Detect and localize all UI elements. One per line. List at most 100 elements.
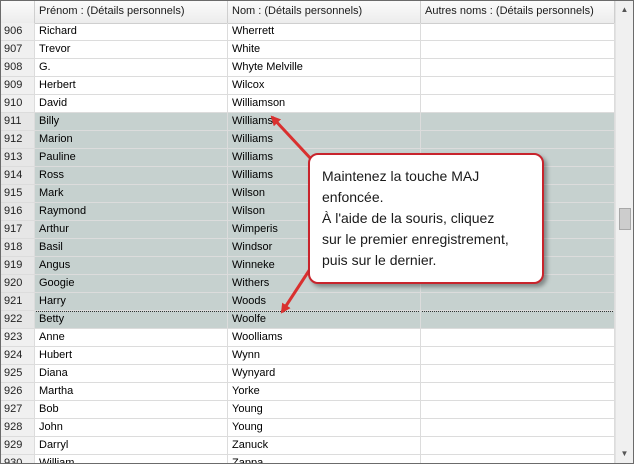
table-row[interactable]: 926 Martha Yorke <box>1 383 615 401</box>
first-name-cell[interactable]: Martha <box>35 383 228 401</box>
table-row[interactable]: 911 Billy Williams <box>1 113 615 131</box>
first-name-cell[interactable]: Richard <box>35 23 228 41</box>
row-number[interactable]: 918 <box>1 239 35 257</box>
last-name-cell[interactable]: Woolfe <box>228 311 421 329</box>
first-name-cell[interactable]: David <box>35 95 228 113</box>
table-row[interactable]: 928 John Young <box>1 419 615 437</box>
first-name-cell[interactable]: Trevor <box>35 41 228 59</box>
last-name-cell[interactable]: Zappa <box>228 455 421 463</box>
other-names-cell[interactable] <box>421 347 615 365</box>
row-number[interactable]: 921 <box>1 293 35 311</box>
table-row[interactable]: 930 William Zappa <box>1 455 615 463</box>
table-row[interactable]: 921 Harry Woods <box>1 293 615 311</box>
row-number[interactable]: 913 <box>1 149 35 167</box>
row-number[interactable]: 922 <box>1 311 35 329</box>
table-row[interactable]: 908 G. Whyte Melville <box>1 59 615 77</box>
other-names-cell[interactable] <box>421 41 615 59</box>
row-number[interactable]: 909 <box>1 77 35 95</box>
other-names-cell[interactable] <box>421 77 615 95</box>
row-number-header[interactable] <box>1 1 35 23</box>
row-number[interactable]: 928 <box>1 419 35 437</box>
table-row[interactable]: 929 Darryl Zanuck <box>1 437 615 455</box>
scroll-thumb[interactable] <box>619 208 631 230</box>
first-name-cell[interactable]: Anne <box>35 329 228 347</box>
first-name-cell[interactable]: Marion <box>35 131 228 149</box>
other-names-cell[interactable] <box>421 329 615 347</box>
other-names-cell[interactable] <box>421 131 615 149</box>
table-row[interactable]: 906 Richard Wherrett <box>1 23 615 41</box>
row-number[interactable]: 915 <box>1 185 35 203</box>
row-number[interactable]: 926 <box>1 383 35 401</box>
last-name-cell[interactable]: Williams <box>228 113 421 131</box>
first-name-cell[interactable]: Bob <box>35 401 228 419</box>
first-name-cell[interactable]: Herbert <box>35 77 228 95</box>
last-name-cell[interactable]: Woolliams <box>228 329 421 347</box>
row-number[interactable]: 925 <box>1 365 35 383</box>
row-number[interactable]: 929 <box>1 437 35 455</box>
row-number[interactable]: 906 <box>1 23 35 41</box>
other-names-cell[interactable] <box>421 365 615 383</box>
table-row[interactable]: 912 Marion Williams <box>1 131 615 149</box>
table-row[interactable]: 910 David Williamson <box>1 95 615 113</box>
first-name-cell[interactable]: Basil <box>35 239 228 257</box>
column-header-other-names[interactable]: Autres noms : (Détails personnels) <box>421 1 615 23</box>
last-name-cell[interactable]: Young <box>228 401 421 419</box>
first-name-cell[interactable]: Diana <box>35 365 228 383</box>
other-names-cell[interactable] <box>421 437 615 455</box>
last-name-cell[interactable]: White <box>228 41 421 59</box>
first-name-cell[interactable]: Betty <box>35 311 228 329</box>
first-name-cell[interactable]: Googie <box>35 275 228 293</box>
first-name-cell[interactable]: Arthur <box>35 221 228 239</box>
row-number[interactable]: 912 <box>1 131 35 149</box>
row-number[interactable]: 919 <box>1 257 35 275</box>
last-name-cell[interactable]: Wynn <box>228 347 421 365</box>
column-header-first-name[interactable]: Prénom : (Détails personnels) <box>35 1 228 23</box>
first-name-cell[interactable]: Pauline <box>35 149 228 167</box>
table-row[interactable]: 924 Hubert Wynn <box>1 347 615 365</box>
row-number[interactable]: 923 <box>1 329 35 347</box>
column-header-last-name[interactable]: Nom : (Détails personnels) <box>228 1 421 23</box>
row-number[interactable]: 910 <box>1 95 35 113</box>
row-number[interactable]: 916 <box>1 203 35 221</box>
other-names-cell[interactable] <box>421 419 615 437</box>
table-row[interactable]: 907 Trevor White <box>1 41 615 59</box>
last-name-cell[interactable]: Wherrett <box>228 23 421 41</box>
first-name-cell[interactable]: William <box>35 455 228 463</box>
row-number[interactable]: 927 <box>1 401 35 419</box>
last-name-cell[interactable]: Wynyard <box>228 365 421 383</box>
table-row[interactable]: 922 Betty Woolfe <box>1 311 615 329</box>
last-name-cell[interactable]: Young <box>228 419 421 437</box>
other-names-cell[interactable] <box>421 383 615 401</box>
other-names-cell[interactable] <box>421 113 615 131</box>
last-name-cell[interactable]: Zanuck <box>228 437 421 455</box>
scroll-down-icon[interactable]: ▼ <box>616 445 633 462</box>
first-name-cell[interactable]: Darryl <box>35 437 228 455</box>
first-name-cell[interactable]: John <box>35 419 228 437</box>
other-names-cell[interactable] <box>421 293 615 311</box>
row-number[interactable]: 930 <box>1 455 35 463</box>
last-name-cell[interactable]: Woods <box>228 293 421 311</box>
first-name-cell[interactable]: Mark <box>35 185 228 203</box>
first-name-cell[interactable]: Harry <box>35 293 228 311</box>
row-number[interactable]: 920 <box>1 275 35 293</box>
last-name-cell[interactable]: Wilcox <box>228 77 421 95</box>
row-number[interactable]: 907 <box>1 41 35 59</box>
table-row[interactable]: 927 Bob Young <box>1 401 615 419</box>
table-row[interactable]: 925 Diana Wynyard <box>1 365 615 383</box>
vertical-scrollbar[interactable]: ▲ ▼ <box>615 1 633 463</box>
row-number[interactable]: 908 <box>1 59 35 77</box>
other-names-cell[interactable] <box>421 455 615 463</box>
row-number[interactable]: 914 <box>1 167 35 185</box>
row-number[interactable]: 924 <box>1 347 35 365</box>
first-name-cell[interactable]: Ross <box>35 167 228 185</box>
row-number[interactable]: 911 <box>1 113 35 131</box>
last-name-cell[interactable]: Whyte Melville <box>228 59 421 77</box>
last-name-cell[interactable]: Williamson <box>228 95 421 113</box>
first-name-cell[interactable]: Angus <box>35 257 228 275</box>
first-name-cell[interactable]: Hubert <box>35 347 228 365</box>
first-name-cell[interactable]: Billy <box>35 113 228 131</box>
scroll-up-icon[interactable]: ▲ <box>616 1 633 18</box>
first-name-cell[interactable]: G. <box>35 59 228 77</box>
table-row[interactable]: 923 Anne Woolliams <box>1 329 615 347</box>
last-name-cell[interactable]: Williams <box>228 131 421 149</box>
